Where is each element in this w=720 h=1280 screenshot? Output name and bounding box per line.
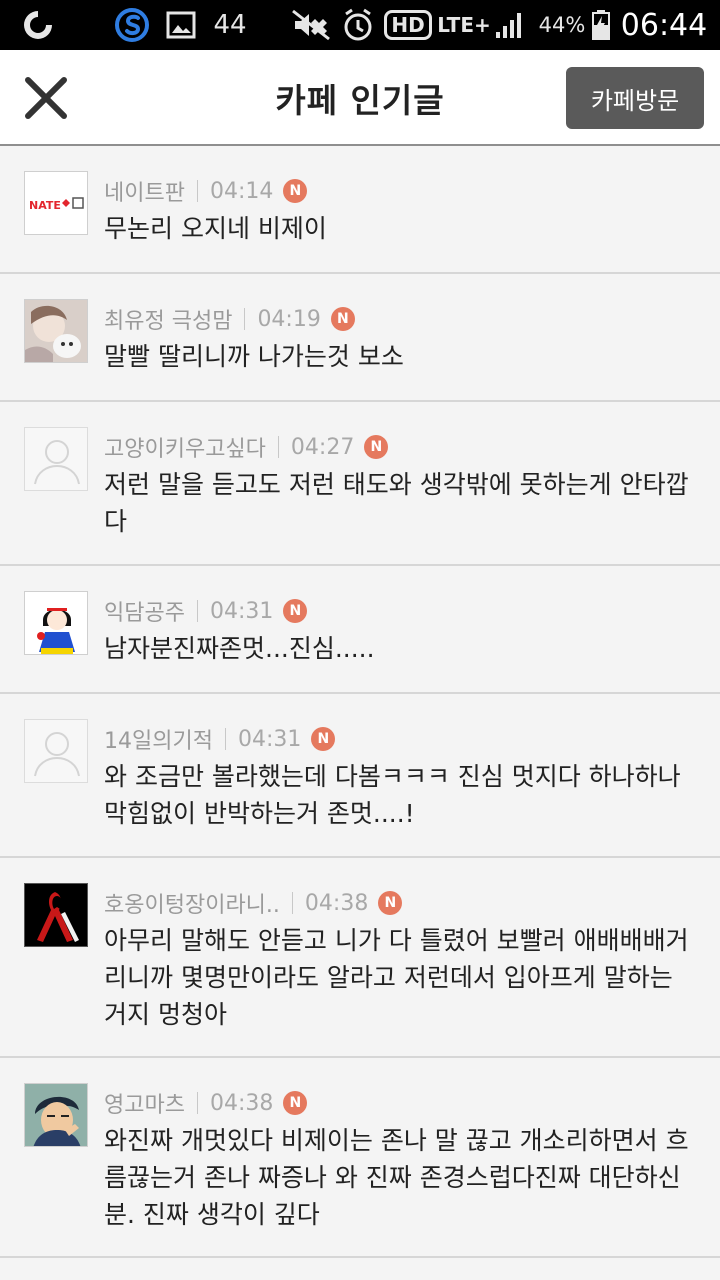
list-item[interactable]: 영고마츠 04:38 N 와진짜 개멋있다 비제이는 존나 말 끊고 개소리하면… — [0, 1058, 720, 1258]
nate-logo-icon: NATE — [25, 172, 87, 234]
post-meta: 네이트판 04:14 N — [104, 174, 308, 208]
post-time: 04:27 — [290, 434, 355, 460]
hd-label: HD — [384, 10, 432, 40]
default-user-icon — [25, 720, 87, 782]
post-text: 남자분진짜존멋...진심..... — [104, 634, 375, 663]
status-bar: 44 HD LTE+ 44% 06:44 — [0, 0, 720, 50]
avatar-anime — [24, 1083, 88, 1147]
post-author: 네이트판 — [104, 181, 185, 206]
meta-divider — [196, 180, 198, 202]
post-author: 익담공주 — [104, 601, 185, 626]
avatar-default — [24, 719, 88, 783]
post-meta: 영고마츠 04:38 N — [104, 1086, 308, 1120]
post-meta: 익담공주 04:31 N — [104, 594, 308, 628]
post-author: 고양이키우고싶다 — [104, 437, 266, 462]
list-item[interactable]: 고양이키우고싶다 04:27 N 저런 말을 듣고도 저런 태도와 생각밖에 못… — [0, 402, 720, 566]
post-text: 무논리 오지네 비제이 — [104, 214, 327, 243]
avatar-photo — [24, 299, 88, 363]
mute-icon — [286, 0, 336, 50]
meta-divider — [277, 436, 279, 458]
post-text: 저런 말을 듣고도 저런 태도와 생각밖에 못하는게 안타깝다 — [104, 470, 689, 536]
list-item[interactable]: NATE 네이트판 04:14 N 무논리 오지네 비제이 — [0, 146, 720, 274]
meta-divider — [291, 892, 293, 914]
post-time: 04:38 — [304, 890, 369, 916]
anime-character-icon — [25, 1084, 87, 1146]
avatar-nate-logo: NATE — [24, 171, 88, 235]
post-time: 04:31 — [209, 598, 274, 624]
meta-divider — [196, 1092, 198, 1114]
clock: 06:44 — [620, 7, 708, 43]
avatar-ribbon — [24, 883, 88, 947]
post-author: 최유정 극성맘 — [104, 309, 233, 334]
new-badge: N — [378, 891, 403, 915]
list-item[interactable]: 익담공주 04:31 N 남자분진짜존멋...진심..... — [0, 566, 720, 694]
new-badge: N — [283, 1091, 308, 1115]
hd-voice-icon: HD — [384, 0, 432, 50]
meta-divider — [244, 308, 246, 330]
meta-divider — [196, 600, 198, 622]
avatar-snow-white — [24, 591, 88, 655]
post-time: 04:31 — [237, 726, 302, 752]
post-meta: 최유정 극성맘 04:19 N — [104, 302, 355, 336]
list-item[interactable]: 최유정 극성맘 04:19 N 말빨 딸리니까 나가는것 보소 — [0, 274, 720, 402]
avatar-default — [24, 427, 88, 491]
profile-photo-icon — [25, 300, 87, 362]
post-text: 와진짜 개멋있다 비제이는 존나 말 끊고 개소리하면서 흐름끊는거 존나 짜증… — [104, 1126, 689, 1229]
post-time: 04:38 — [209, 1090, 274, 1116]
new-badge: N — [283, 599, 308, 623]
ribbon-icon — [25, 884, 87, 946]
default-user-icon — [25, 428, 87, 490]
signal-icon — [492, 0, 528, 50]
post-text: 아무리 말해도 안듣고 니가 다 틀렸어 보빨러 애배배배거리니까 몇명만이라도… — [104, 926, 689, 1029]
new-badge: N — [311, 727, 336, 751]
gallery-icon — [164, 0, 198, 50]
app-header: 카페 인기글 카페방문 — [0, 50, 720, 146]
post-meta: 호옹이텅장이라니.. 04:38 N — [104, 886, 403, 920]
new-badge: N — [283, 179, 308, 203]
post-time: 04:14 — [209, 178, 274, 204]
post-text: 와 조금만 볼라했는데 다봄ㅋㅋㅋ 진심 멋지다 하나하나 막힘없이 반박하는거… — [104, 762, 681, 828]
list-item[interactable]: 호옹이텅장이라니.. 04:38 N 아무리 말해도 안듣고 니가 다 틀렸어 … — [0, 858, 720, 1058]
alarm-icon — [340, 0, 376, 50]
svg-text:NATE: NATE — [29, 199, 61, 212]
post-author: 영고마츠 — [104, 1093, 185, 1118]
post-author: 14일의기적 — [104, 729, 213, 754]
new-badge: N — [330, 307, 355, 331]
snow-white-icon — [25, 592, 87, 654]
visit-cafe-button[interactable]: 카페방문 — [566, 67, 704, 129]
new-badge: N — [364, 435, 389, 459]
meta-divider — [224, 728, 226, 750]
post-text: 말빨 딸리니까 나가는것 보소 — [104, 342, 404, 371]
post-meta: 고양이키우고싶다 04:27 N — [104, 430, 389, 464]
battery-percent: 44% — [538, 13, 586, 37]
post-author: 호옹이텅장이라니.. — [104, 893, 280, 918]
notification-count: 44 — [213, 10, 247, 40]
post-meta: 14일의기적 04:31 N — [104, 722, 336, 756]
app-notification-icon — [18, 0, 58, 50]
list-item[interactable]: 14일의기적 04:31 N 와 조금만 볼라했는데 다봄ㅋㅋㅋ 진심 멋지다 … — [0, 694, 720, 858]
post-time: 04:19 — [257, 306, 321, 332]
battery-icon — [588, 0, 614, 50]
s-app-icon — [112, 0, 152, 50]
network-type-label: LTE+ — [437, 13, 491, 37]
